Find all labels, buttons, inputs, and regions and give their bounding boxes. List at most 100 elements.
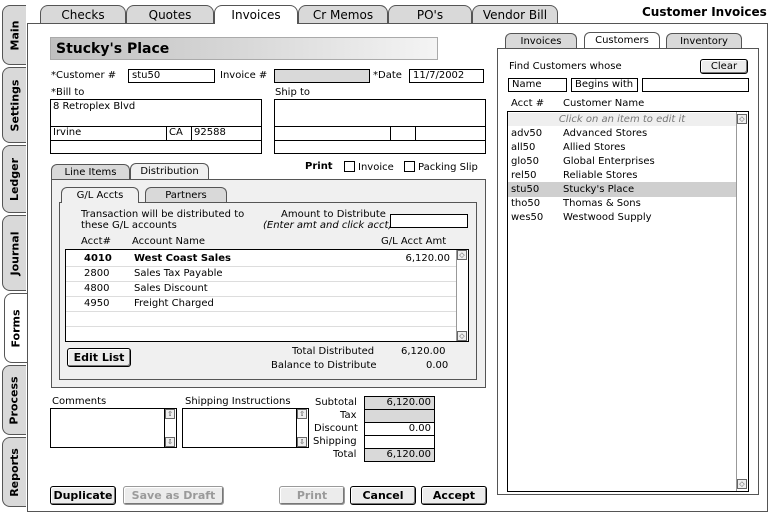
scroll-up-icon[interactable]: ◇ — [457, 250, 467, 260]
tab-pos[interactable]: PO's — [388, 5, 472, 23]
list-item[interactable]: tho50 Thomas & Sons — [508, 196, 736, 211]
clear-button[interactable]: Clear — [700, 59, 748, 74]
distribution-note: Transaction will be distributed to these… — [81, 209, 245, 231]
scroll-up-icon[interactable]: ⇧ — [165, 409, 175, 419]
scroll-down-icon[interactable]: ⇩ — [165, 437, 175, 447]
amount-hint: (Enter amt and click acct) — [263, 220, 393, 231]
checkbox-icon[interactable] — [344, 161, 355, 172]
tab-right-inventory[interactable]: Inventory — [666, 33, 742, 48]
tax-label: Tax — [340, 410, 357, 421]
comments-label: Comments — [52, 396, 107, 407]
finder-value-input[interactable] — [642, 78, 749, 92]
side-tab-ledger[interactable]: Ledger — [2, 145, 26, 213]
bill-zip[interactable]: 92588 — [194, 127, 226, 138]
side-tab-main[interactable]: Main — [2, 5, 26, 65]
list-item[interactable]: wes50 Westwood Supply — [508, 210, 736, 225]
customer-label: *Customer # — [51, 70, 117, 81]
subtotal-label: Subtotal — [315, 397, 357, 408]
col-customer-acct: Acct # — [511, 98, 545, 109]
tab-vendor-bill[interactable]: Vendor Bill — [472, 5, 558, 23]
side-tab-process[interactable]: Process — [2, 365, 26, 435]
list-item[interactable]: all50 Allied Stores — [508, 140, 736, 155]
list-item-selected[interactable]: stu50 Stucky's Place — [508, 182, 736, 197]
col-acct: Acct# — [81, 236, 111, 247]
window-title: Customer Invoices — [642, 5, 767, 19]
balance-label: Balance to Distribute — [271, 360, 377, 371]
checkbox-icon[interactable] — [404, 161, 415, 172]
ship-to-label: Ship to — [275, 87, 311, 98]
invoice-field — [274, 69, 370, 83]
side-tab-reports[interactable]: Reports — [2, 437, 26, 507]
finder-field-select[interactable]: Name — [508, 78, 567, 92]
list-item[interactable]: rel50 Reliable Stores — [508, 168, 736, 183]
col-customer-name: Customer Name — [563, 98, 645, 109]
table-row[interactable]: 4800 Sales Discount — [66, 281, 456, 296]
accept-button[interactable]: Accept — [421, 486, 487, 505]
tab-distribution[interactable]: Distribution — [130, 163, 209, 179]
col-gl-amt: G/L Acct Amt — [381, 236, 447, 247]
table-row[interactable]: 4950 Freight Charged — [66, 296, 456, 311]
tab-cr-memos[interactable]: Cr Memos — [298, 5, 388, 23]
customers-list-scrollbar[interactable]: ◇ ◇ — [736, 112, 748, 491]
table-row[interactable]: 4010 West Coast Sales 6,120.00 — [66, 251, 456, 266]
customer-field[interactable]: stu50 — [128, 69, 215, 83]
print-label: Print — [305, 161, 333, 172]
subtotal-value: 6,120.00 — [364, 396, 435, 410]
tab-quotes[interactable]: Quotes — [126, 5, 214, 23]
side-tab-settings[interactable]: Settings — [2, 67, 26, 143]
list-item[interactable]: adv50 Advanced Stores — [508, 126, 736, 141]
scroll-down-icon[interactable]: ⇩ — [297, 437, 307, 447]
shipping-label: Shipping — [313, 436, 357, 447]
page-title: Stucky's Place — [56, 41, 170, 57]
comments-scrollbar[interactable]: ⇧ ⇩ — [164, 409, 176, 447]
tab-right-invoices[interactable]: Invoices — [505, 33, 577, 48]
tab-line-items[interactable]: Line Items — [51, 164, 130, 179]
date-field[interactable]: 11/7/2002 — [409, 69, 484, 83]
gl-accounts-list: 4010 West Coast Sales 6,120.00 2800 Sale… — [65, 249, 469, 342]
scroll-down-icon[interactable]: ◇ — [457, 331, 467, 341]
bill-to-box[interactable]: 8 Retroplex Blvd Irvine CA 92588 — [50, 99, 262, 154]
gl-list-scrollbar[interactable]: ◇ ◇ — [456, 250, 468, 341]
print-button[interactable]: Print — [279, 486, 345, 505]
bill-to-label: *Bill to — [51, 87, 85, 98]
tab-right-customers[interactable]: Customers — [584, 32, 660, 48]
duplicate-button[interactable]: Duplicate — [50, 486, 116, 505]
shipping-instructions-field[interactable]: ⇧ ⇩ — [182, 408, 309, 448]
total-distributed-value: 6,120.00 — [401, 346, 446, 357]
bill-state[interactable]: CA — [169, 127, 183, 138]
list-hint: Click on an item to edit it — [508, 113, 736, 126]
finder-operator-select[interactable]: Begins with — [571, 78, 638, 92]
total-label: Total — [333, 449, 357, 460]
shipping-instructions-label: Shipping Instructions — [185, 396, 291, 407]
save-as-draft-button[interactable]: Save as Draft — [123, 486, 224, 505]
list-item[interactable]: glo50 Global Enterprises — [508, 154, 736, 169]
ship-to-box[interactable] — [274, 99, 486, 154]
table-row[interactable]: 2800 Sales Tax Payable — [66, 266, 456, 281]
tab-partners[interactable]: Partners — [145, 187, 227, 202]
tax-value — [364, 409, 435, 423]
scroll-down-icon[interactable]: ◇ — [737, 479, 747, 489]
edit-list-button[interactable]: Edit List — [67, 348, 131, 367]
shipping-scrollbar[interactable]: ⇧ ⇩ — [296, 409, 308, 447]
tab-checks[interactable]: Checks — [40, 5, 126, 23]
cancel-button[interactable]: Cancel — [350, 486, 416, 505]
date-label: *Date — [373, 70, 402, 81]
print-invoice-checkbox[interactable]: Invoice — [344, 161, 394, 174]
amount-to-distribute-field[interactable] — [390, 214, 468, 228]
total-distributed-label: Total Distributed — [292, 346, 375, 357]
side-tab-journal[interactable]: Journal — [2, 215, 26, 291]
side-tab-forms[interactable]: Forms — [4, 293, 27, 363]
customer-name-header: Stucky's Place — [50, 37, 438, 60]
bill-address-line[interactable]: 8 Retroplex Blvd — [53, 101, 135, 112]
print-packing-slip-checkbox[interactable]: Packing Slip — [404, 161, 478, 174]
bill-city[interactable]: Irvine — [53, 127, 81, 138]
balance-value: 0.00 — [426, 360, 449, 371]
comments-field[interactable]: ⇧ ⇩ — [50, 408, 177, 448]
discount-field[interactable]: 0.00 — [364, 422, 435, 436]
tab-invoices[interactable]: Invoices — [214, 5, 298, 24]
invoice-label: Invoice # — [220, 70, 268, 81]
scroll-up-icon[interactable]: ◇ — [737, 114, 747, 124]
shipping-field[interactable] — [364, 435, 435, 449]
scroll-up-icon[interactable]: ⇧ — [297, 409, 307, 419]
tab-gl-accts[interactable]: G/L Accts — [61, 187, 139, 203]
